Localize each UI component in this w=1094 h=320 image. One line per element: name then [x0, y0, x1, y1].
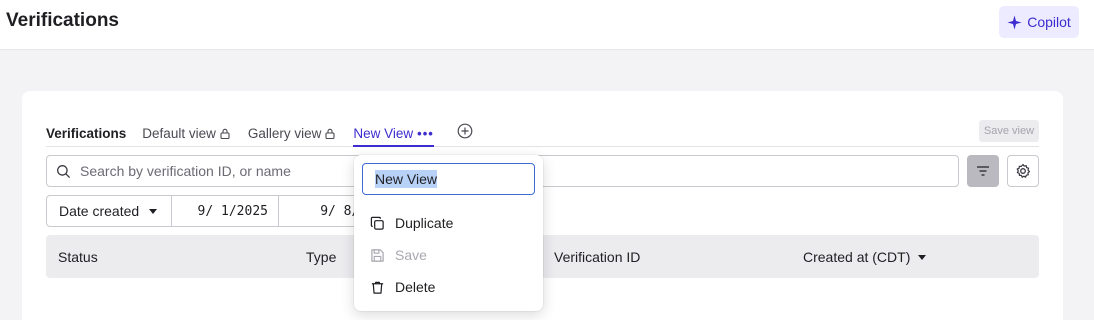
tabs-section-label: Verifications — [46, 125, 127, 141]
tab-label: Gallery view — [247, 125, 322, 141]
view-tabs: Verifications Default view Gallery view … — [46, 121, 452, 145]
sort-desc-icon — [918, 254, 927, 260]
sparkle-icon — [1007, 14, 1022, 30]
item-label: Delete — [395, 279, 436, 295]
tab-default-view[interactable]: Default view — [142, 126, 230, 141]
view-name-input[interactable]: New View — [362, 163, 535, 195]
view-options-menu: New View Duplicate Save Delete — [354, 155, 543, 311]
more-options-icon[interactable]: ••• — [417, 126, 434, 141]
save-icon — [371, 248, 384, 262]
top-bar: Verifications Copilot — [0, 0, 1094, 50]
save-view-item[interactable]: Save — [370, 243, 427, 267]
copilot-button[interactable]: Copilot — [999, 6, 1079, 38]
column-verification-id[interactable]: Verification ID — [554, 249, 640, 265]
start-date-field[interactable]: 9/ 1/2025 — [172, 195, 279, 227]
tab-label: New View — [353, 125, 414, 141]
copilot-label: Copilot — [1027, 14, 1071, 30]
column-created-at[interactable]: Created at (CDT) — [803, 249, 927, 265]
gear-icon — [1016, 163, 1031, 178]
filter-button[interactable] — [967, 155, 999, 187]
settings-button[interactable] — [1007, 155, 1039, 187]
date-type-select[interactable]: Date created — [46, 195, 172, 227]
lock-icon — [325, 128, 335, 139]
item-label: Duplicate — [395, 215, 454, 231]
tab-label: Default view — [142, 125, 216, 141]
copy-icon — [370, 216, 384, 230]
page-title: Verifications — [6, 10, 119, 31]
duplicate-view-item[interactable]: Duplicate — [370, 211, 453, 235]
tabs-divider — [46, 146, 1039, 147]
add-view-icon[interactable] — [457, 123, 473, 139]
tab-gallery-view[interactable]: Gallery view — [248, 126, 336, 141]
item-label: Save — [395, 247, 427, 263]
column-status[interactable]: Status — [58, 249, 98, 265]
column-label: Created at (CDT) — [803, 249, 911, 265]
delete-view-item[interactable]: Delete — [370, 275, 435, 299]
column-type[interactable]: Type — [306, 249, 336, 265]
save-view-button[interactable]: Save view — [979, 120, 1039, 142]
date-type-label: Date created — [59, 203, 140, 219]
active-tab-indicator — [353, 145, 434, 147]
trash-icon — [371, 281, 384, 294]
view-name-value: New View — [375, 170, 437, 188]
filter-icon — [977, 166, 989, 176]
date-filter: Date created 9/ 1/2025 9/ 8/20 — [46, 195, 386, 227]
lock-icon — [220, 128, 230, 139]
tab-new-view[interactable]: New View ••• — [353, 126, 433, 141]
caret-down-icon — [149, 208, 158, 214]
search-icon — [57, 164, 71, 178]
